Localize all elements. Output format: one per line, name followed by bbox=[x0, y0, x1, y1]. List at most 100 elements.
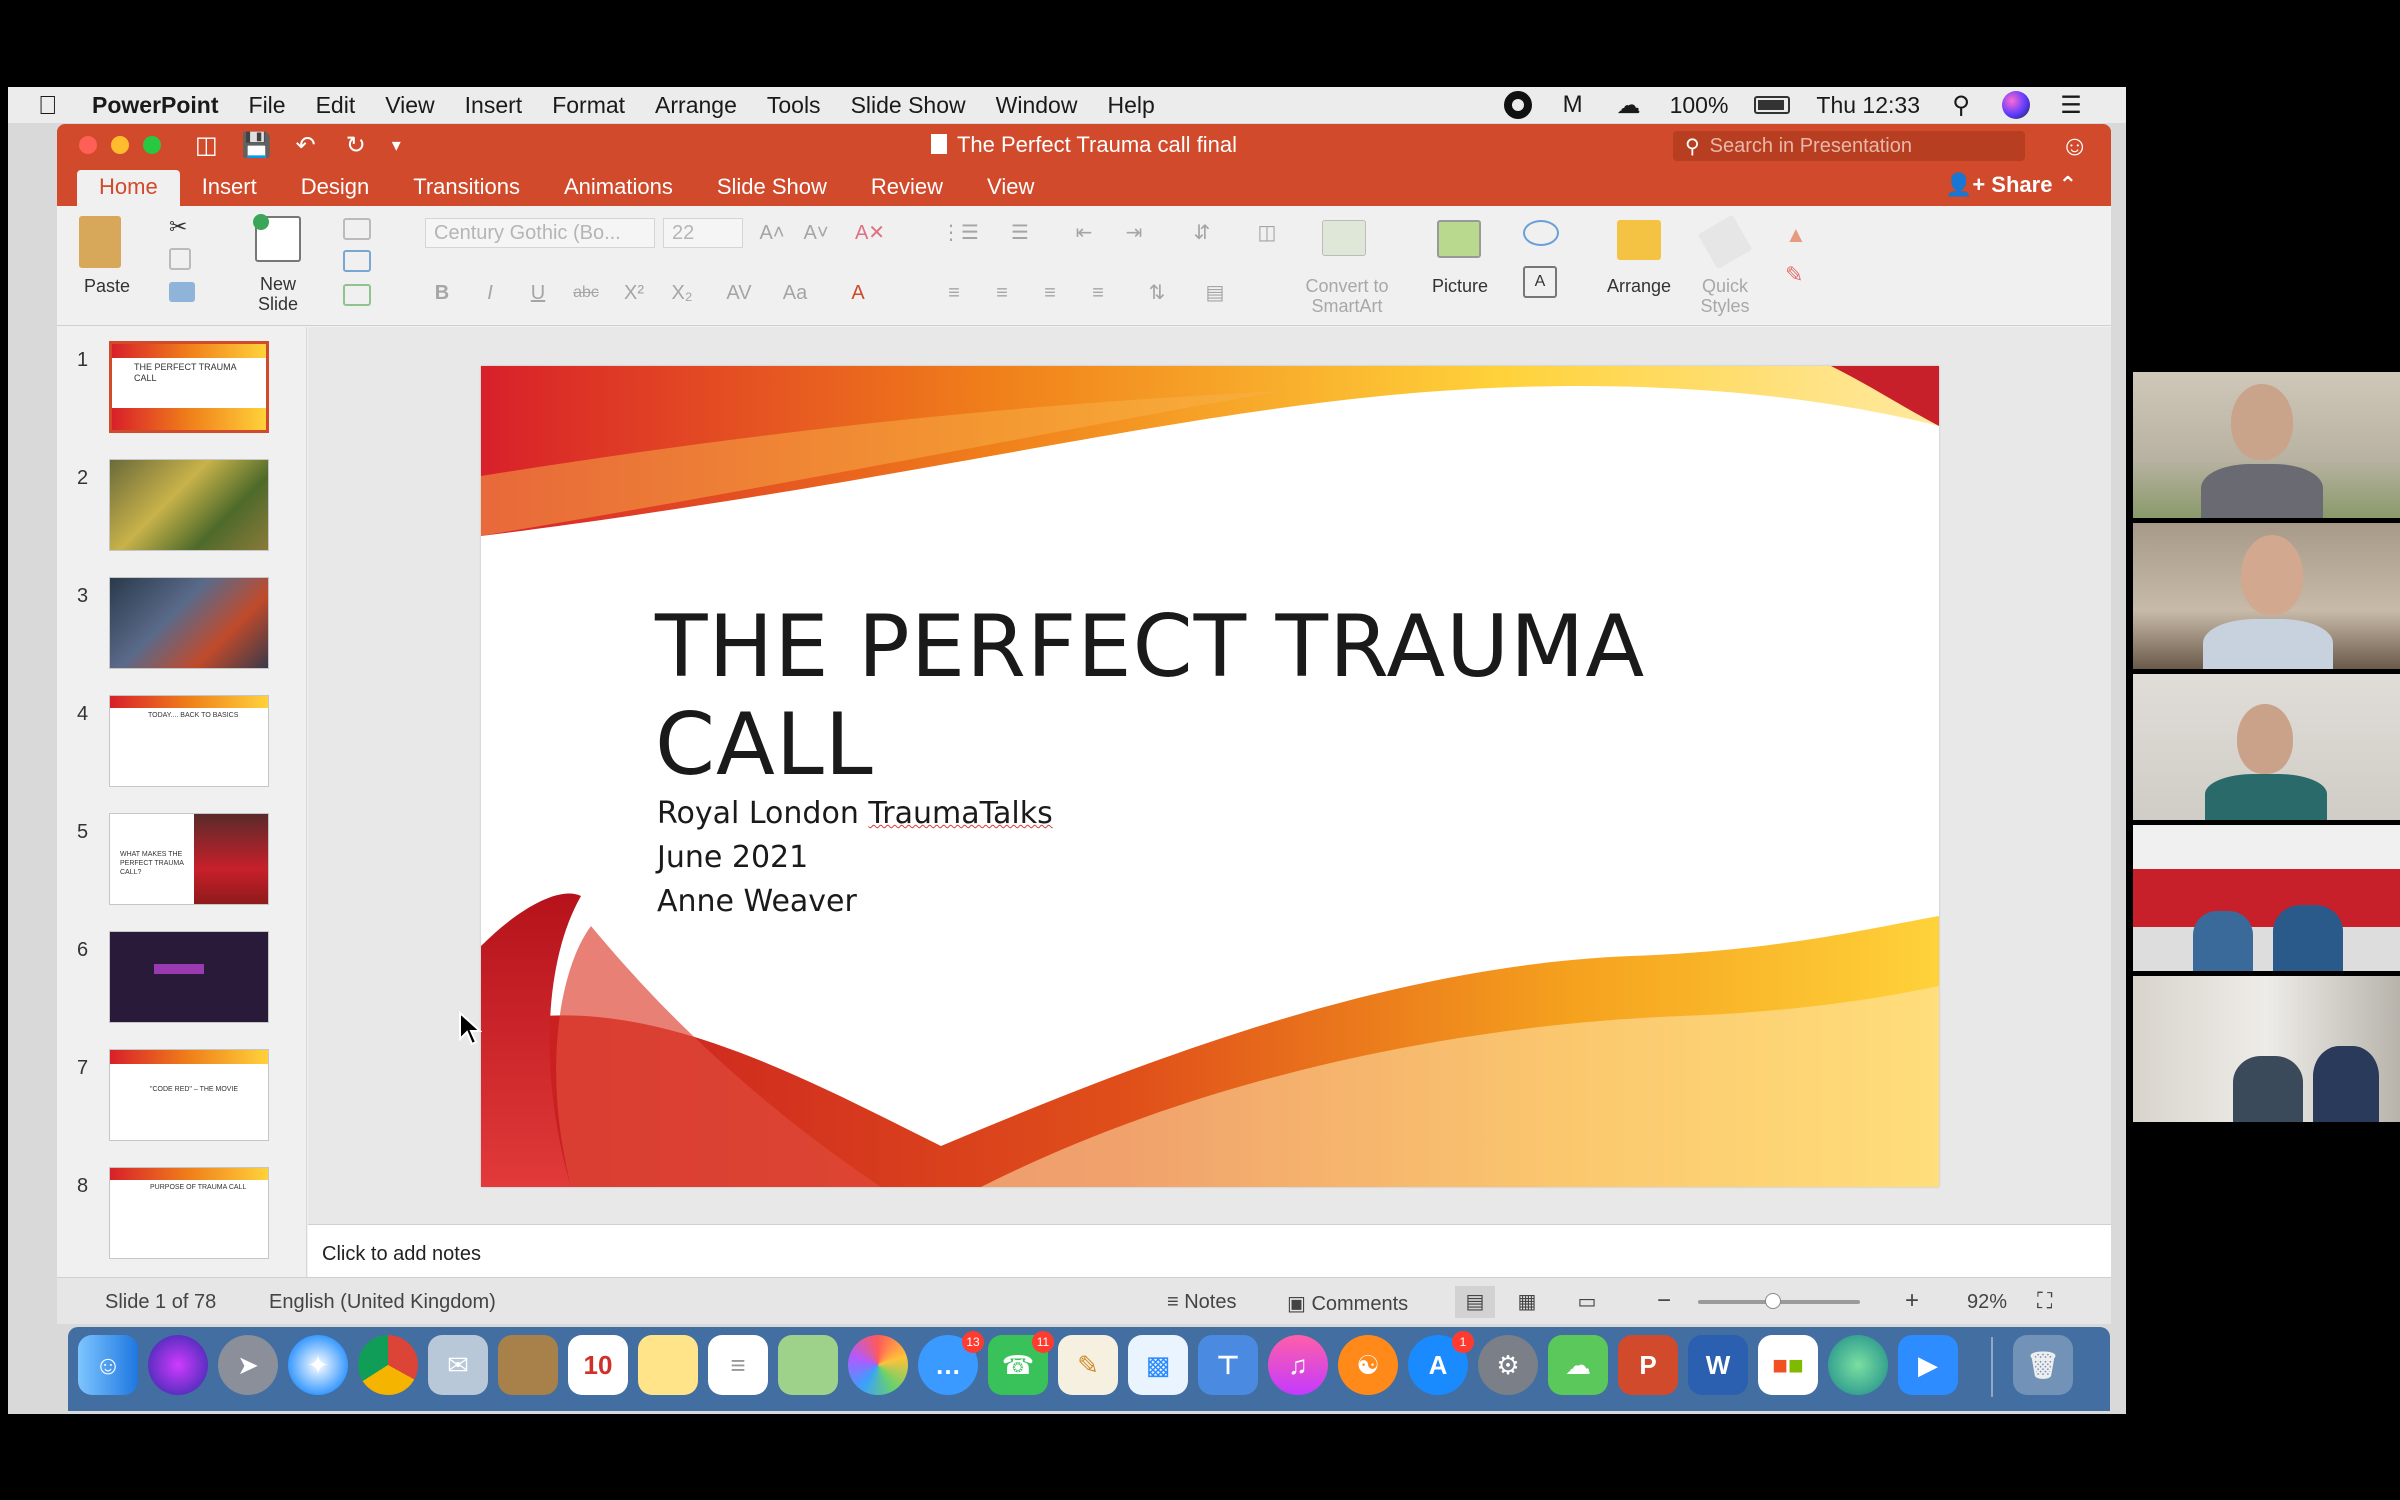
smartart-icon[interactable] bbox=[1322, 220, 1366, 256]
system-preferences-icon[interactable]: ⚙ bbox=[1478, 1335, 1538, 1395]
notes-app-icon[interactable] bbox=[638, 1335, 698, 1395]
shrink-font-icon[interactable]: A˅ bbox=[799, 218, 833, 248]
apple-menu-icon[interactable]:  bbox=[38, 90, 82, 121]
bullets-icon[interactable]: ⋮☰ bbox=[935, 218, 985, 248]
messages-icon[interactable]: … 13 bbox=[918, 1331, 984, 1395]
picture-icon[interactable] bbox=[1437, 220, 1481, 258]
italic-icon[interactable]: I bbox=[473, 278, 507, 308]
slide-thumbnail-8[interactable]: PURPOSE OF TRAUMA CALL bbox=[109, 1167, 269, 1259]
font-color-icon[interactable]: A bbox=[841, 278, 875, 308]
microsoft-office-icon[interactable]: ■ ■ bbox=[1758, 1335, 1818, 1395]
cloud-drive-icon[interactable]: ☁ bbox=[1548, 1335, 1608, 1395]
safari-icon[interactable]: ✦ bbox=[288, 1335, 348, 1395]
minimize-window-button[interactable] bbox=[111, 136, 129, 154]
line-spacing-icon[interactable]: ⇵ bbox=[1177, 218, 1227, 248]
bold-icon[interactable]: B bbox=[425, 278, 459, 308]
underline-icon[interactable]: U bbox=[521, 278, 555, 308]
calendar-icon[interactable]: 10 bbox=[568, 1335, 628, 1395]
slide-thumbnail-6[interactable] bbox=[109, 931, 269, 1023]
quick-styles-button[interactable]: Quick Styles bbox=[1693, 276, 1757, 316]
thumbnail-row[interactable]: 6 bbox=[57, 931, 307, 1041]
tab-view[interactable]: View bbox=[965, 170, 1056, 206]
thumbnail-row[interactable]: 7 "CODE RED" – THE MOVIE bbox=[57, 1049, 307, 1159]
slide-title[interactable]: THE PERFECT TRAUMA CALL bbox=[655, 598, 1755, 794]
slide-thumbnail-2[interactable] bbox=[109, 459, 269, 551]
menu-view[interactable]: View bbox=[385, 92, 434, 119]
zoom-out-button[interactable]: − bbox=[1657, 1287, 1671, 1315]
zoom-in-button[interactable]: + bbox=[1905, 1287, 1919, 1315]
section-icon[interactable] bbox=[343, 284, 371, 306]
convert-to-smartart-button[interactable]: Convert to SmartArt bbox=[1297, 276, 1397, 316]
shape-outline-icon[interactable]: ✎ bbox=[1785, 262, 1815, 287]
slide-thumbnail-4[interactable]: TODAY.... BACK TO BASICS bbox=[109, 695, 269, 787]
font-name-select[interactable]: Century Gothic (Bo... bbox=[425, 218, 655, 248]
tab-review[interactable]: Review bbox=[849, 170, 965, 206]
participant-video-5[interactable] bbox=[2133, 976, 2400, 1122]
trash-icon[interactable]: 🗑 bbox=[2013, 1335, 2073, 1395]
copy-icon[interactable] bbox=[169, 248, 191, 270]
menu-edit[interactable]: Edit bbox=[316, 92, 356, 119]
participant-video-3[interactable] bbox=[2133, 674, 2400, 820]
change-case-icon[interactable]: Aa bbox=[773, 278, 817, 308]
language-indicator[interactable]: English (United Kingdom) bbox=[269, 1291, 496, 1314]
feedback-smiley-icon[interactable]: ☺ bbox=[2060, 130, 2089, 162]
paste-button-label[interactable]: Paste bbox=[77, 276, 137, 297]
slide-author[interactable]: Anne Weaver bbox=[657, 884, 857, 919]
slide-thumbnail-3[interactable] bbox=[109, 577, 269, 669]
tab-insert[interactable]: Insert bbox=[180, 170, 279, 206]
slide-date[interactable]: June 2021 bbox=[657, 840, 808, 875]
spotlight-search-icon[interactable]: ⚲ bbox=[1946, 90, 1976, 120]
menu-file[interactable]: File bbox=[249, 92, 286, 119]
participant-video-4[interactable] bbox=[2133, 825, 2400, 971]
menu-app-name[interactable]: PowerPoint bbox=[92, 92, 219, 119]
shapes-icon[interactable] bbox=[1523, 220, 1559, 246]
zoom-window-button[interactable] bbox=[143, 136, 161, 154]
redo-icon[interactable]: ↻ bbox=[346, 131, 366, 160]
menu-clock[interactable]: Thu 12:33 bbox=[1816, 92, 1920, 119]
reset-slide-icon[interactable] bbox=[343, 250, 371, 272]
slide-thumbnail-1[interactable]: THE PERFECT TRAUMA CALL bbox=[109, 341, 269, 433]
slide-sorter-icon[interactable]: ▦ bbox=[1507, 1286, 1547, 1318]
customize-toolbar-icon[interactable]: ▾ bbox=[392, 135, 401, 156]
thumbnail-row[interactable]: 4 TODAY.... BACK TO BASICS bbox=[57, 695, 307, 805]
photos-icon[interactable] bbox=[848, 1335, 908, 1395]
slide-subtitle[interactable]: Royal London TraumaTalks bbox=[657, 796, 1053, 831]
reminders-icon[interactable]: ≡ bbox=[708, 1335, 768, 1395]
font-size-select[interactable]: 22 bbox=[663, 218, 743, 248]
menu-window[interactable]: Window bbox=[996, 92, 1078, 119]
search-in-presentation-input[interactable]: ⚲ Search in Presentation bbox=[1673, 131, 2025, 161]
picture-button-label[interactable]: Picture bbox=[1423, 276, 1497, 297]
paste-icon[interactable] bbox=[79, 216, 121, 268]
normal-view-icon[interactable]: ▤ bbox=[1455, 1286, 1495, 1318]
notes-toggle-button[interactable]: ≡ Notes bbox=[1167, 1291, 1236, 1314]
circle-status-icon[interactable] bbox=[1503, 91, 1532, 119]
zoom-slider-knob[interactable] bbox=[1764, 1293, 1781, 1309]
tab-animations[interactable]: Animations bbox=[542, 170, 695, 206]
menu-tools[interactable]: Tools bbox=[767, 92, 821, 119]
cloud-sync-icon[interactable]: ☁ bbox=[1614, 90, 1644, 120]
browser-app-icon[interactable] bbox=[1828, 1335, 1888, 1395]
pages-icon[interactable]: ✎ bbox=[1058, 1335, 1118, 1395]
sidebar-toggle-icon[interactable]: ◫ bbox=[195, 131, 218, 160]
keynote-icon[interactable]: ⊤ bbox=[1198, 1335, 1258, 1395]
tab-transitions[interactable]: Transitions bbox=[391, 170, 542, 206]
menu-arrange[interactable]: Arrange bbox=[655, 92, 737, 119]
align-right-icon[interactable]: ≡ bbox=[1033, 278, 1067, 308]
share-button[interactable]: 👤+ Share ⌃ bbox=[1945, 172, 2077, 198]
character-spacing-icon[interactable]: AV bbox=[717, 278, 761, 308]
menu-help[interactable]: Help bbox=[1107, 92, 1154, 119]
undo-icon[interactable]: ↶ bbox=[296, 131, 316, 160]
reading-view-icon[interactable]: ▭ bbox=[1567, 1286, 1607, 1318]
align-center-icon[interactable]: ≡ bbox=[985, 278, 1019, 308]
subscript-icon[interactable]: X₂ bbox=[665, 278, 699, 308]
clear-formatting-icon[interactable]: A✕ bbox=[853, 218, 887, 248]
thumbnail-row[interactable]: 5 WHAT MAKES THE PERFECT TRAUMA CALL? bbox=[57, 813, 307, 923]
slide-thumbnail-5[interactable]: WHAT MAKES THE PERFECT TRAUMA CALL? bbox=[109, 813, 269, 905]
strikethrough-icon[interactable]: abc bbox=[569, 278, 603, 308]
slide-thumbnail-7[interactable]: "CODE RED" – THE MOVIE bbox=[109, 1049, 269, 1141]
zoom-level[interactable]: 92% bbox=[1967, 1291, 2007, 1314]
tab-home[interactable]: Home bbox=[77, 170, 180, 206]
menu-slide-show[interactable]: Slide Show bbox=[851, 92, 966, 119]
zoom-app-icon[interactable]: ▶ bbox=[1898, 1335, 1958, 1395]
numbers-icon[interactable]: ▩ bbox=[1128, 1335, 1188, 1395]
